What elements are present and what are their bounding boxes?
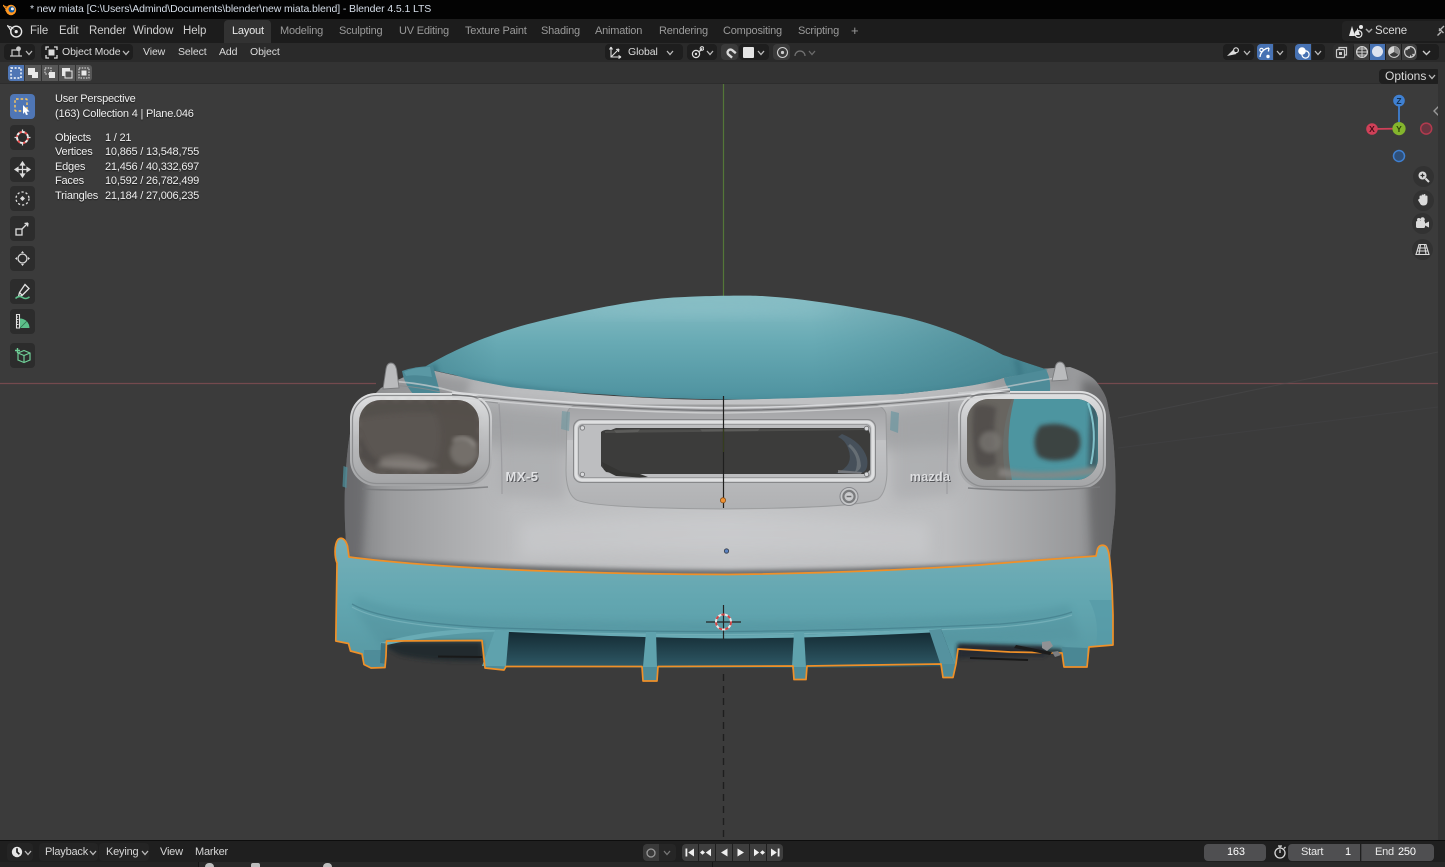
svg-text:Z: Z: [1396, 96, 1401, 106]
svg-text:X: X: [1369, 124, 1375, 134]
svg-text:mazda: mazda: [910, 470, 951, 484]
svg-text:MX-5: MX-5: [505, 469, 538, 484]
svg-text:Y: Y: [1396, 124, 1402, 134]
